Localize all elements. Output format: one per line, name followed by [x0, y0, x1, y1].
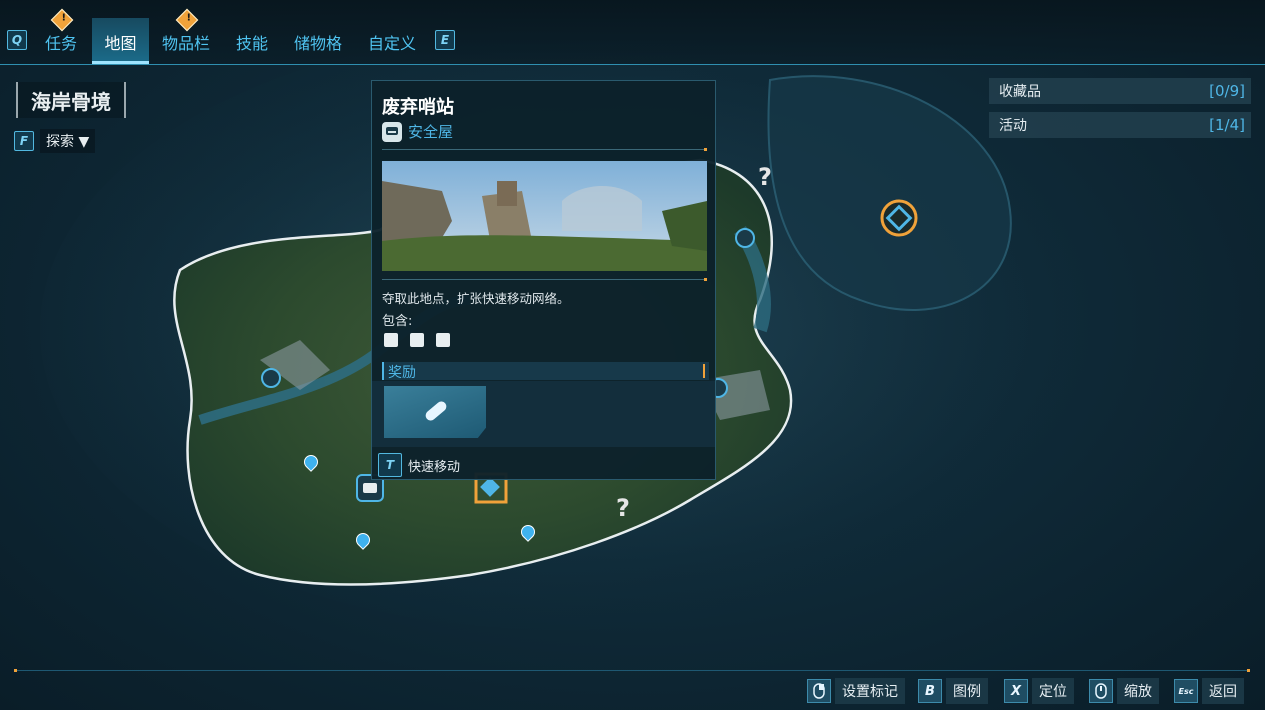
back-hint[interactable]: Esc 返回 [1174, 678, 1244, 704]
explore-dropdown[interactable]: F 探索 ▼ [14, 129, 96, 153]
location-preview-image [382, 161, 707, 271]
region-title: 海岸骨境 [16, 82, 126, 118]
bottom-divider [14, 669, 1250, 672]
fast-travel-label: 快速移动 [408, 459, 461, 475]
collectibles-tracker[interactable]: 收藏品 [0/9] [989, 78, 1251, 104]
divider [382, 278, 707, 281]
tab-map[interactable]: 地图 [92, 18, 149, 64]
reward-header: 奖励 [382, 362, 709, 381]
tab-stash[interactable]: 储物格 [290, 18, 346, 64]
hint-label: 设置标记 [835, 678, 905, 704]
prev-tab-key[interactable]: Q [7, 30, 27, 50]
fast-travel-button[interactable]: T 快速移动 [378, 453, 460, 477]
tab-inventory[interactable]: ! 物品栏 [158, 8, 214, 64]
legend-hint[interactable]: B 图例 [918, 678, 988, 704]
sync-point-marker[interactable] [880, 199, 918, 237]
chevron-down-icon: ▼ [78, 134, 90, 150]
fast-travel-key: T [378, 453, 402, 477]
hint-label: 图例 [946, 678, 988, 704]
capsule-icon [425, 401, 447, 421]
location-type: 安全屋 [382, 121, 453, 142]
hint-label: 返回 [1202, 678, 1244, 704]
activities-tracker[interactable]: 活动 [1/4] [989, 112, 1251, 138]
location-title: 废弃哨站 [382, 97, 454, 118]
alert-icon: ! [50, 8, 74, 32]
hint-label: 缩放 [1117, 678, 1159, 704]
tab-customize[interactable]: 自定义 [364, 18, 420, 64]
hint-key: B [918, 679, 942, 703]
mouse-icon [807, 679, 831, 703]
location-info-panel: 废弃哨站 安全屋 夺取此地点，扩张快速移动网络。 包含: 奖励 T 快速移动 [371, 80, 716, 480]
tab-label: 自定义 [367, 34, 416, 53]
hint-key: X [1004, 679, 1028, 703]
tab-label: 任务 [44, 34, 77, 53]
divider [382, 148, 707, 151]
tab-label: 物品栏 [161, 34, 210, 53]
tracker-count: [0/9] [1209, 82, 1245, 100]
reward-label: 奖励 [388, 365, 416, 381]
tab-label: 储物格 [293, 34, 342, 53]
unknown-location-marker[interactable]: ? [616, 494, 630, 522]
hint-label: 定位 [1032, 678, 1074, 704]
explore-key: F [14, 131, 34, 151]
location-description: 夺取此地点，扩张快速移动网络。 [382, 291, 570, 306]
contains-label: 包含: [382, 314, 413, 329]
zoom-hint[interactable]: 缩放 [1089, 678, 1159, 704]
top-nav-bar: Q ! 任务 地图 ! 物品栏 技能 储物格 自定义 E [0, 0, 1265, 65]
chest-icon [410, 333, 424, 347]
tracker-label: 收藏品 [999, 84, 1041, 100]
alert-icon: ! [175, 8, 199, 32]
explore-label: 探索 ▼ [40, 129, 96, 153]
tab-skills[interactable]: 技能 [230, 18, 274, 64]
tab-label: 技能 [235, 34, 268, 53]
locate-hint[interactable]: X 定位 [1004, 678, 1074, 704]
reward-item[interactable] [384, 386, 486, 438]
hint-key: Esc [1174, 679, 1198, 703]
set-marker-hint[interactable]: 设置标记 [807, 678, 905, 704]
tracker-label: 活动 [999, 118, 1027, 134]
lore-icon [384, 333, 398, 347]
tracker-count: [1/4] [1209, 116, 1245, 134]
scroll-icon [1089, 679, 1113, 703]
expand-icon [703, 364, 705, 378]
safehouse-icon [382, 121, 402, 142]
lore-icon [436, 333, 450, 347]
location-type-label: 安全屋 [408, 123, 454, 141]
tab-quests[interactable]: ! 任务 [38, 8, 84, 64]
tab-label: 地图 [104, 34, 137, 53]
unknown-location-marker[interactable]: ? [758, 163, 772, 191]
next-tab-key[interactable]: E [435, 30, 455, 50]
